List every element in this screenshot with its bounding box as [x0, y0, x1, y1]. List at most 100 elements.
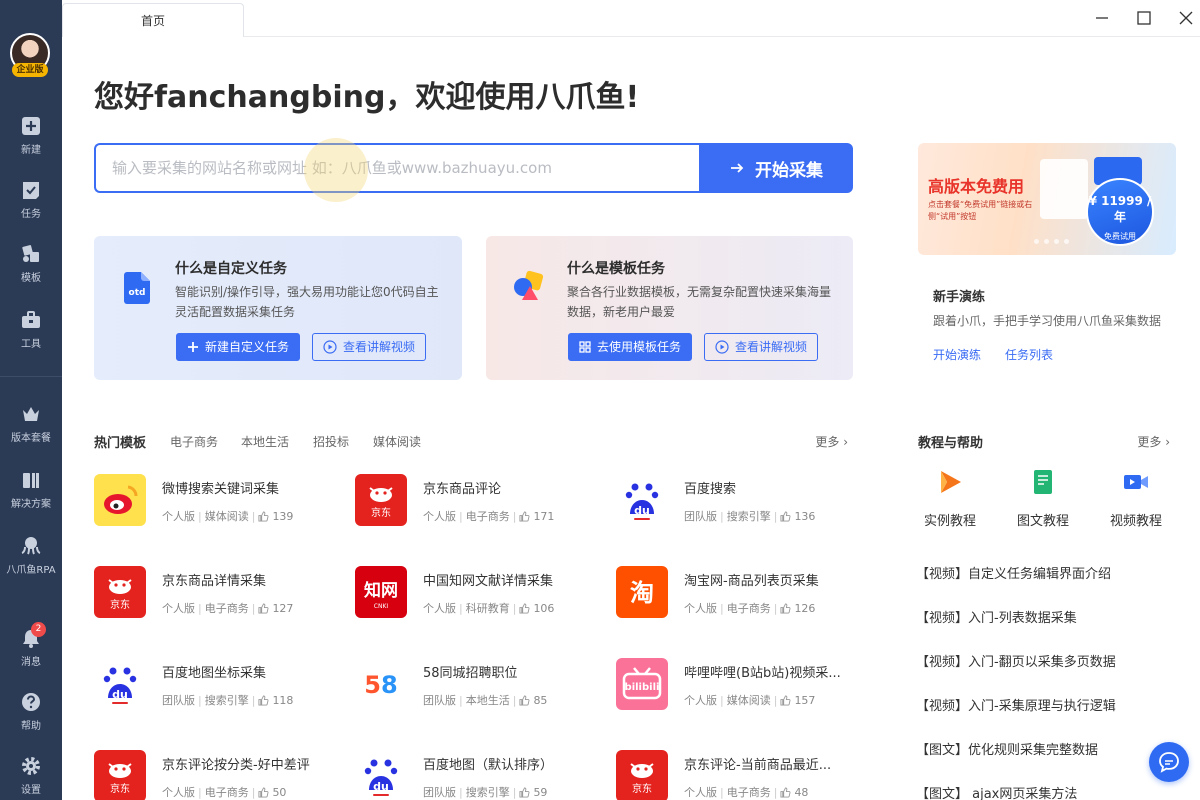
sidebar-item-plans[interactable]: 版本套餐 — [0, 404, 62, 454]
template-likes: 136 — [794, 509, 816, 523]
close-icon[interactable] — [1176, 8, 1196, 28]
bilibili-logo-icon: bilibili — [616, 658, 668, 710]
help-category-examples[interactable]: 实例教程 — [910, 468, 990, 529]
template-category: 电子商务 — [465, 510, 510, 523]
template-card[interactable]: 京东 京东商品详情采集个人版 | 电子商务 | 127 — [94, 566, 344, 626]
sidebar-item-templates[interactable]: 模板 — [0, 244, 62, 294]
template-category: 电子商务 — [204, 786, 249, 799]
baidu-logo-icon: du — [355, 750, 407, 800]
help-article-link[interactable]: 【图文】优化规则采集完整数据 — [916, 739, 1098, 758]
help-category-videos[interactable]: 视频教程 — [1096, 468, 1176, 529]
thumbs-up-icon — [780, 602, 791, 614]
template-meta: 个人版 | 电子商务 | 50 — [162, 785, 287, 800]
help-more-link[interactable]: 更多 › — [1137, 433, 1170, 450]
banner-carousel-dots[interactable] — [1034, 239, 1069, 244]
task-list-link[interactable]: 任务列表 — [1005, 346, 1053, 363]
template-card[interactable]: du 百度搜索 团队版 | 搜索引擎 | 136 — [616, 474, 866, 534]
octopus-icon — [21, 537, 41, 555]
video-camera-icon — [1124, 475, 1148, 489]
help-article-link[interactable]: 【视频】自定义任务编辑界面介绍 — [916, 563, 1111, 582]
help-article-link[interactable]: 【视频】入门-列表数据采集 — [916, 607, 1077, 626]
hot-templates-header: 热门模板 电子商务 本地生活 招投标 媒体阅读 更多 › — [94, 432, 854, 452]
jd-logo-icon: 京东 — [94, 750, 146, 800]
hot-templates-title: 热门模板 — [94, 436, 147, 451]
sidebar-item-messages[interactable]: 2 消息 — [0, 622, 62, 678]
template-card[interactable]: du 百度地图（默认排序） 团队版 | 搜索引擎 | 59 — [355, 750, 605, 800]
template-name: 百度地图坐标采集 — [162, 666, 267, 681]
thumbs-up-icon — [519, 694, 530, 706]
template-card[interactable]: 58 58同城招聘职位 团队版 | 本地生活 | 85 — [355, 658, 605, 718]
template-edition: 个人版 — [162, 510, 195, 523]
help-title: 教程与帮助 — [918, 436, 984, 451]
tab-home[interactable]: 首页 — [62, 3, 244, 37]
template-icon — [22, 245, 39, 262]
template-card[interactable]: 微博搜索关键词采集 个人版 | 媒体阅读 | 139 — [94, 474, 344, 534]
sidebar-item-help[interactable]: 帮助 — [0, 692, 62, 742]
new-custom-task-button[interactable]: 新建自定义任务 — [176, 333, 301, 361]
template-name: 百度地图（默认排序） — [423, 758, 554, 773]
sidebar-item-tasks[interactable]: 任务 — [0, 180, 62, 230]
template-likes: 139 — [272, 509, 294, 523]
use-template-button[interactable]: 去使用模板任务 — [568, 333, 693, 361]
sidebar-item-settings[interactable]: 设置 — [0, 756, 62, 800]
search-input[interactable] — [96, 145, 700, 191]
template-task-video-label: 查看讲解视频 — [735, 340, 808, 354]
tab-bar: 首页 — [62, 0, 1200, 37]
template-category: 媒体阅读 — [204, 510, 249, 523]
template-meta: 个人版 | 电子商务 | 127 — [162, 601, 294, 616]
start-collect-label: 开始采集 — [755, 160, 823, 181]
chat-support-button[interactable] — [1149, 742, 1189, 782]
help-article-link[interactable]: 【图文】 ajax网页采集方法 — [916, 783, 1077, 800]
template-card[interactable]: 京东 京东商品评论 个人版 | 电子商务 | 171 — [355, 474, 605, 534]
sidebar-item-new[interactable]: 新建 — [0, 116, 62, 166]
svg-text:京东: 京东 — [110, 598, 130, 611]
template-card[interactable]: du 百度地图坐标采集 团队版 | 搜索引擎 | 118 — [94, 658, 344, 718]
otd-file-icon: otd — [124, 272, 150, 304]
template-meta: 团队版 | 搜索引擎 | 118 — [162, 693, 294, 708]
promo-banner[interactable]: 高版本免费用 点击套餐“免费试用”链接或右侧“试用”按钮 ¥ 11999 /年 … — [918, 143, 1176, 255]
guide-desc: 跟着小爪，手把手学习使用八爪鱼采集数据 — [933, 314, 1162, 328]
gear-icon — [22, 757, 40, 775]
sidebar-item-solutions[interactable]: 解决方案 — [0, 470, 62, 520]
template-category: 搜索引擎 — [465, 786, 510, 799]
banner-subtitle: 点击套餐“免费试用”链接或右侧“试用”按钮 — [928, 200, 1033, 221]
template-meta: 个人版 | 电子商务 | 48 — [684, 785, 809, 800]
hot-category-tab[interactable]: 本地生活 — [241, 433, 289, 450]
plus-icon — [188, 342, 198, 352]
sidebar-item-rpa[interactable]: 八爪鱼RPA — [0, 536, 62, 586]
start-practice-link[interactable]: 开始演练 — [933, 346, 981, 363]
hot-category-tab[interactable]: 电子商务 — [170, 433, 218, 450]
message-count-badge: 2 — [31, 622, 46, 637]
template-likes: 127 — [272, 601, 294, 615]
custom-task-video-button[interactable]: 查看讲解视频 — [312, 333, 427, 361]
hot-category-tab[interactable]: 招投标 — [313, 433, 349, 450]
template-edition: 团队版 — [162, 694, 195, 707]
template-card[interactable]: 京东 京东评论-当前商品最近... 个人版 | 电子商务 | 48 — [616, 750, 866, 800]
template-category: 搜索引擎 — [726, 510, 771, 523]
template-likes: 157 — [794, 693, 816, 707]
greeting-title: 您好fanchangbing，欢迎使用八爪鱼! — [94, 80, 640, 115]
play-circle-icon — [715, 340, 729, 354]
maximize-icon[interactable] — [1134, 8, 1154, 28]
help-category-docs[interactable]: 图文教程 — [1003, 468, 1083, 529]
jd-logo-icon: 京东 — [355, 474, 407, 526]
sidebar-item-tools[interactable]: 工具 — [0, 310, 62, 360]
start-collect-button[interactable]: 开始采集 — [699, 143, 853, 193]
help-article-link[interactable]: 【视频】入门-采集原理与执行逻辑 — [916, 695, 1116, 714]
hot-category-tab[interactable]: 媒体阅读 — [373, 433, 421, 450]
template-task-video-button[interactable]: 查看讲解视频 — [704, 333, 819, 361]
template-name: 京东商品详情采集 — [162, 574, 267, 589]
template-meta: 个人版 | 媒体阅读 | 139 — [162, 509, 294, 524]
thumbs-up-icon — [780, 786, 791, 798]
help-article-link[interactable]: 【视频】入门-翻页以采集多页数据 — [916, 651, 1116, 670]
template-card[interactable]: 知网 CNKI 中国知网文献详情采集 个人版 | 科研教育 | 106 — [355, 566, 605, 626]
template-card[interactable]: 京东 京东评论按分类-好中差评 个人版 | 电子商务 | 50 — [94, 750, 344, 800]
edition-badge: 企业版 — [12, 63, 48, 77]
template-edition: 个人版 — [684, 602, 717, 615]
use-template-label: 去使用模板任务 — [597, 340, 682, 354]
custom-task-video-label: 查看讲解视频 — [343, 340, 416, 354]
template-card[interactable]: bilibili 哔哩哔哩(B站b站)视频采... 个人版 | 媒体阅读 | 157 — [616, 658, 866, 718]
hot-more-link[interactable]: 更多 › — [815, 433, 848, 450]
minimize-icon[interactable] — [1092, 8, 1112, 28]
template-card[interactable]: 淘 淘宝网-商品列表页采集 个人版 | 电子商务 | 126 — [616, 566, 866, 626]
